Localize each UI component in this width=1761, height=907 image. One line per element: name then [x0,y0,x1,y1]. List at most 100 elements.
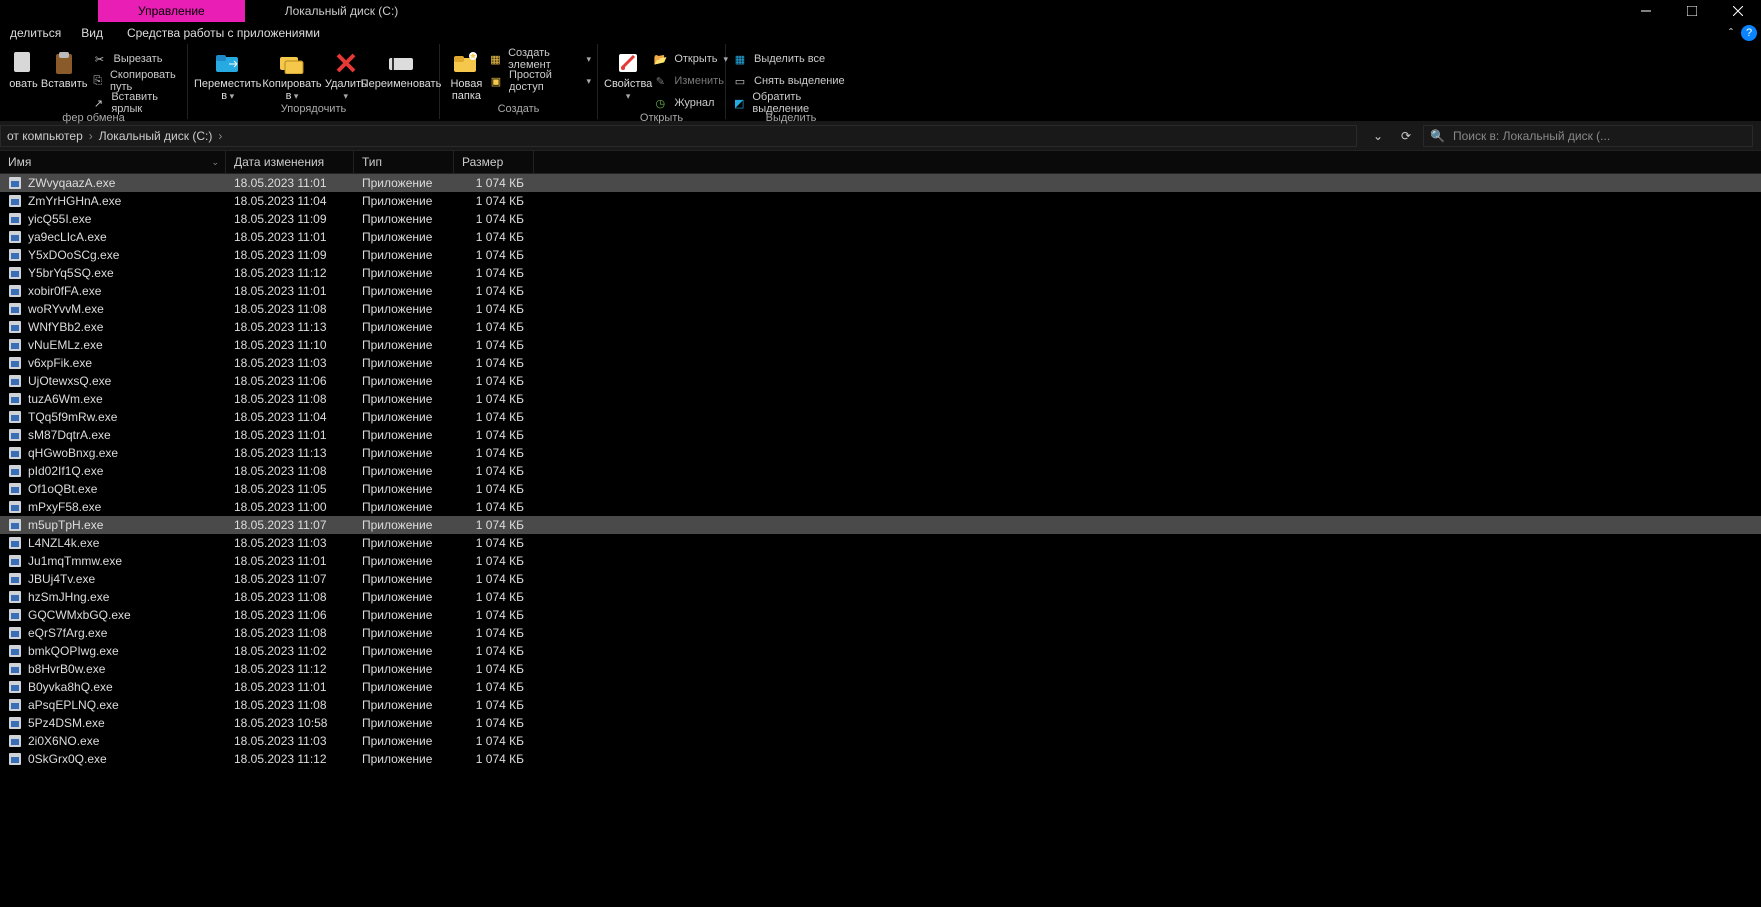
file-name: ZWvyqaazA.exe [28,176,115,190]
paste-shortcut-button[interactable]: ↗Вставить ярлык [92,94,182,112]
scissors-icon: ✂ [92,51,108,67]
file-date: 18.05.2023 11:04 [226,194,354,208]
file-name: b8HvrB0w.exe [28,662,105,676]
col-size[interactable]: Размер [454,151,534,173]
history-button[interactable]: ◷Журнал [652,94,728,112]
group-caption-select: Выделить [726,112,856,124]
exe-file-icon [8,716,22,730]
minimize-button[interactable] [1623,0,1669,22]
history-label: Журнал [674,97,714,109]
table-row[interactable]: 0SkGrx0Q.exe18.05.2023 11:12Приложение1 … [0,750,1761,768]
col-type[interactable]: Тип [354,151,454,173]
table-row[interactable]: Y5xDOoSCg.exe18.05.2023 11:09Приложение1… [0,246,1761,264]
file-size: 1 074 КБ [454,428,534,442]
table-row[interactable]: 2i0X6NO.exe18.05.2023 11:03Приложение1 0… [0,732,1761,750]
rename-button[interactable]: Переименовать [369,48,433,90]
select-all-icon: ▦ [732,51,748,67]
select-none-button[interactable]: ▭Снять выделение [732,72,850,90]
table-row[interactable]: 5Pz4DSM.exe18.05.2023 10:58Приложение1 0… [0,714,1761,732]
delete-x-icon [332,50,360,76]
menu-view[interactable]: Вид [71,26,113,40]
col-name[interactable]: Имя ⌄ [0,151,226,173]
ribbon-action-button[interactable]: овать [6,48,41,90]
table-row[interactable]: hzSmJHng.exe18.05.2023 11:08Приложение1 … [0,588,1761,606]
easy-access-button[interactable]: ▣Простой доступ [489,72,591,90]
table-row[interactable]: xobir0fFA.exe18.05.2023 11:01Приложение1… [0,282,1761,300]
select-all-button[interactable]: ▦Выделить все [732,50,850,68]
invert-selection-button[interactable]: ◩Обратить выделение [732,94,850,112]
table-row[interactable]: v6xpFik.exe18.05.2023 11:03Приложение1 0… [0,354,1761,372]
file-size: 1 074 КБ [454,338,534,352]
edit-button[interactable]: ✎Изменить [652,72,728,90]
properties-button[interactable]: Свойства [604,48,652,102]
file-size: 1 074 КБ [454,500,534,514]
table-row[interactable]: b8HvrB0w.exe18.05.2023 11:12Приложение1 … [0,660,1761,678]
table-row[interactable]: Ju1mqTmmw.exe18.05.2023 11:01Приложение1… [0,552,1761,570]
move-to-button[interactable]: Переместить в [194,48,261,102]
table-row[interactable]: Of1oQBt.exe18.05.2023 11:05Приложение1 0… [0,480,1761,498]
paste-button[interactable]: Вставить [41,48,88,90]
table-row[interactable]: m5upTpH.exe18.05.2023 11:07Приложение1 0… [0,516,1761,534]
table-row[interactable]: vNuEMLz.exe18.05.2023 11:10Приложение1 0… [0,336,1761,354]
table-row[interactable]: sM87DqtrA.exe18.05.2023 11:01Приложение1… [0,426,1761,444]
table-row[interactable]: mPxyF58.exe18.05.2023 11:00Приложение1 0… [0,498,1761,516]
new-item-button[interactable]: ▦Создать элемент [489,50,591,68]
new-folder-button[interactable]: Новая папка [446,48,487,102]
copy-path-button[interactable]: ⎘Скопировать путь [92,72,182,90]
table-row[interactable]: bmkQOPIwg.exe18.05.2023 11:02Приложение1… [0,642,1761,660]
table-row[interactable]: B0yvka8hQ.exe18.05.2023 11:01Приложение1… [0,678,1761,696]
file-type: Приложение [354,590,454,604]
group-caption-create: Создать [440,103,597,119]
table-row[interactable]: JBUj4Tv.exe18.05.2023 11:07Приложение1 0… [0,570,1761,588]
open-button[interactable]: 📂Открыть [652,50,728,68]
breadcrumb[interactable]: от компьютер › Локальный диск (С:) › [0,125,1357,147]
breadcrumb-computer[interactable]: от компьютер [7,129,83,143]
table-row[interactable]: Y5brYq5SQ.exe18.05.2023 11:12Приложение1… [0,264,1761,282]
address-dropdown-icon[interactable]: ⌄ [1367,125,1389,147]
file-name: xobir0fFA.exe [28,284,101,298]
file-size: 1 074 КБ [454,626,534,640]
col-date[interactable]: Дата изменения [226,151,354,173]
close-button[interactable] [1715,0,1761,22]
exe-file-icon [8,554,22,568]
table-row[interactable]: woRYvvM.exe18.05.2023 11:08Приложение1 0… [0,300,1761,318]
table-row[interactable]: aPsqEPLNQ.exe18.05.2023 11:08Приложение1… [0,696,1761,714]
breadcrumb-drive[interactable]: Локальный диск (С:) [99,129,213,143]
copy-to-button[interactable]: Копировать в [261,48,322,102]
file-type: Приложение [354,302,454,316]
table-row[interactable]: eQrS7fArg.exe18.05.2023 11:08Приложение1… [0,624,1761,642]
table-row[interactable]: ya9ecLIcA.exe18.05.2023 11:01Приложение1… [0,228,1761,246]
collapse-ribbon-icon[interactable]: ˆ [1729,26,1733,40]
maximize-button[interactable] [1669,0,1715,22]
file-name: B0yvka8hQ.exe [28,680,113,694]
table-row[interactable]: GQCWMxbGQ.exe18.05.2023 11:06Приложение1… [0,606,1761,624]
table-row[interactable]: qHGwoBnxg.exe18.05.2023 11:13Приложение1… [0,444,1761,462]
exe-file-icon [8,284,22,298]
file-name: 0SkGrx0Q.exe [28,752,107,766]
help-icon[interactable]: ? [1741,25,1757,41]
ribbon-tab-manage[interactable]: Управление [98,0,245,22]
table-row[interactable]: ZWvyqaazA.exe18.05.2023 11:01Приложение1… [0,174,1761,192]
table-row[interactable]: TQq5f9mRw.exe18.05.2023 11:04Приложение1… [0,408,1761,426]
delete-button[interactable]: Удалить [323,48,369,102]
table-row[interactable]: tuzA6Wm.exe18.05.2023 11:08Приложение1 0… [0,390,1761,408]
table-row[interactable]: L4NZL4k.exe18.05.2023 11:03Приложение1 0… [0,534,1761,552]
table-row[interactable]: pId02If1Q.exe18.05.2023 11:08Приложение1… [0,462,1761,480]
exe-file-icon [8,248,22,262]
table-row[interactable]: WNfYBb2.exe18.05.2023 11:13Приложение1 0… [0,318,1761,336]
search-input[interactable]: 🔍 Поиск в: Локальный диск (... [1423,125,1753,147]
table-row[interactable]: yicQ55I.exe18.05.2023 11:09Приложение1 0… [0,210,1761,228]
exe-file-icon [8,338,22,352]
file-type: Приложение [354,266,454,280]
file-name: woRYvvM.exe [28,302,104,316]
table-row[interactable]: ZmYrHGHnA.exe18.05.2023 11:04Приложение1… [0,192,1761,210]
file-name: WNfYBb2.exe [28,320,103,334]
file-date: 18.05.2023 11:03 [226,356,354,370]
menu-share[interactable]: делиться [0,26,71,40]
refresh-icon[interactable]: ⟳ [1395,125,1417,147]
cut-label: Вырезать [114,53,163,65]
cut-button[interactable]: ✂ Вырезать [92,50,182,68]
file-size: 1 074 КБ [454,302,534,316]
table-row[interactable]: UjOtewxsQ.exe18.05.2023 11:06Приложение1… [0,372,1761,390]
ribbon-tab-apptools[interactable]: Средства работы с приложениями [117,26,330,40]
